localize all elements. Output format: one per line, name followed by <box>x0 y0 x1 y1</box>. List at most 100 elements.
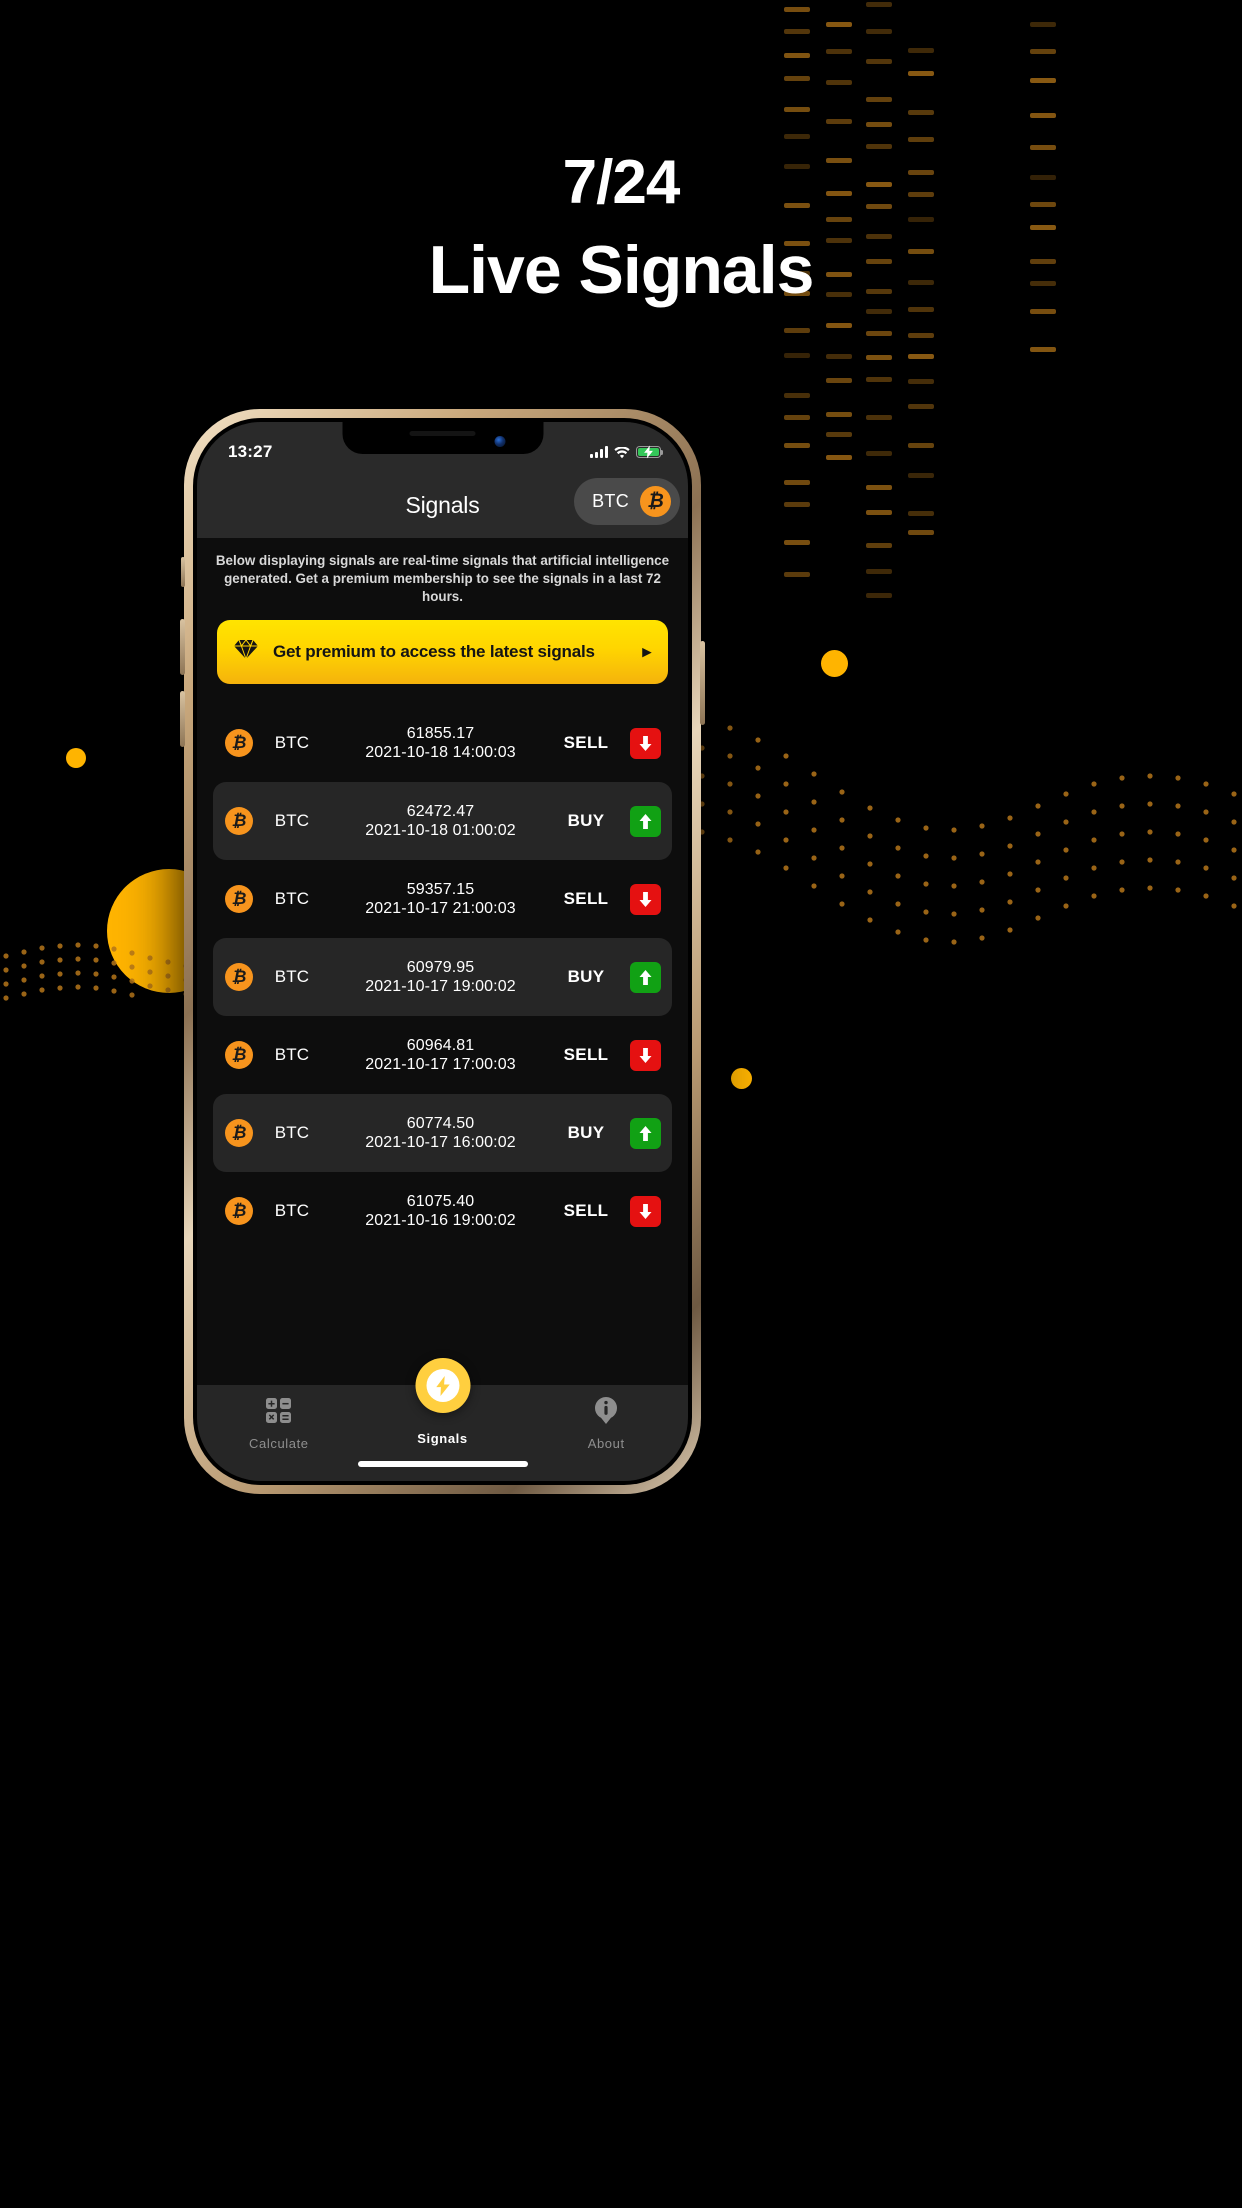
signal-info: 60964.81 2021-10-17 17:00:03 <box>331 1036 550 1075</box>
description-text: Below displaying signals are real-time s… <box>197 538 688 620</box>
signal-timestamp: 2021-10-17 19:00:02 <box>331 977 550 997</box>
dash-mark <box>784 353 810 358</box>
promo-headline-line2: Live Signals <box>0 236 1242 304</box>
tab-about-label: About <box>588 1436 625 1451</box>
dash-mark <box>866 331 892 336</box>
arrow-down-icon <box>630 1040 661 1071</box>
dash-mark <box>1030 78 1056 83</box>
dash-mark <box>1030 113 1056 118</box>
dash-mark <box>908 137 934 142</box>
arrow-down-icon <box>630 728 661 759</box>
dash-mark <box>784 480 810 485</box>
tab-about[interactable]: About <box>524 1385 688 1451</box>
signal-action-label: SELL <box>550 733 622 753</box>
tab-calculate[interactable]: Calculate <box>197 1385 361 1451</box>
signal-price: 60964.81 <box>331 1036 550 1056</box>
signal-action-label: SELL <box>550 1201 622 1221</box>
volume-down-button[interactable] <box>180 691 185 747</box>
bitcoin-icon: ₿ <box>225 729 253 757</box>
earpiece-speaker <box>410 431 476 436</box>
signal-symbol: BTC <box>253 733 331 753</box>
particle-wave-right <box>690 700 1242 1030</box>
info-icon <box>594 1397 618 1429</box>
coin-selector-label: BTC <box>592 491 629 512</box>
dash-mark <box>866 2 892 7</box>
dash-mark <box>908 530 934 535</box>
signal-row[interactable]: ₿ BTC 60774.50 2021-10-17 16:00:02 BUY <box>213 1094 672 1172</box>
dash-mark <box>866 309 892 314</box>
bitcoin-icon: ₿ <box>225 885 253 913</box>
signal-action-label: BUY <box>550 811 622 831</box>
signal-timestamp: 2021-10-16 19:00:02 <box>331 1211 550 1231</box>
arrow-down-icon <box>630 884 661 915</box>
page-title: Signals <box>405 492 479 519</box>
nav-bar: Signals BTC ₿ <box>197 472 688 538</box>
promo-headline-line1: 7/24 <box>0 152 1242 214</box>
signal-row[interactable]: ₿ BTC 60964.81 2021-10-17 17:00:03 SELL <box>213 1016 672 1094</box>
dash-mark <box>908 404 934 409</box>
dash-mark <box>908 110 934 115</box>
dash-mark <box>784 502 810 507</box>
dash-mark <box>784 107 810 112</box>
bitcoin-icon: ₿ <box>640 486 671 517</box>
dash-mark <box>908 354 934 359</box>
front-camera-icon <box>494 436 505 447</box>
signal-info: 60979.95 2021-10-17 19:00:02 <box>331 958 550 997</box>
diamond-icon <box>234 639 258 665</box>
signal-price: 59357.15 <box>331 880 550 900</box>
signal-row[interactable]: ₿ BTC 61855.17 2021-10-18 14:00:03 SELL <box>213 704 672 782</box>
signal-info: 62472.47 2021-10-18 01:00:02 <box>331 802 550 841</box>
premium-banner-label: Get premium to access the latest signals <box>273 642 627 662</box>
dash-mark <box>784 76 810 81</box>
mute-switch[interactable] <box>181 557 185 587</box>
signal-symbol: BTC <box>253 1045 331 1065</box>
dash-mark <box>784 393 810 398</box>
dash-mark <box>908 443 934 448</box>
signals-fab[interactable] <box>415 1358 470 1413</box>
dash-mark <box>866 485 892 490</box>
calculator-icon <box>265 1397 292 1429</box>
volume-up-button[interactable] <box>180 619 185 675</box>
premium-banner[interactable]: Get premium to access the latest signals… <box>217 620 668 684</box>
dash-mark <box>784 29 810 34</box>
signal-timestamp: 2021-10-18 01:00:02 <box>331 821 550 841</box>
signal-action-label: SELL <box>550 1045 622 1065</box>
bitcoin-icon: ₿ <box>225 963 253 991</box>
lightning-bolt-icon <box>426 1369 459 1402</box>
phone-bezel: 13:27 Signals BTC ₿ Below displaying sig… <box>193 418 692 1485</box>
dash-mark <box>826 412 852 417</box>
dash-mark <box>908 48 934 53</box>
dash-mark <box>826 378 852 383</box>
signal-info: 59357.15 2021-10-17 21:00:03 <box>331 880 550 919</box>
battery-charging-icon <box>636 446 661 458</box>
tab-signals[interactable]: Signals <box>361 1385 525 1446</box>
dash-mark <box>866 355 892 360</box>
signal-row[interactable]: ₿ BTC 60979.95 2021-10-17 19:00:02 BUY <box>213 938 672 1016</box>
signal-row[interactable]: ₿ BTC 62472.47 2021-10-18 01:00:02 BUY <box>213 782 672 860</box>
phone-screen: 13:27 Signals BTC ₿ Below displaying sig… <box>197 422 688 1481</box>
wifi-icon <box>614 446 630 458</box>
signal-action-label: SELL <box>550 889 622 909</box>
signal-row[interactable]: ₿ BTC 61075.40 2021-10-16 19:00:02 SELL <box>213 1172 672 1250</box>
bitcoin-icon: ₿ <box>225 1197 253 1225</box>
signal-timestamp: 2021-10-17 16:00:02 <box>331 1133 550 1153</box>
signals-list[interactable]: ₿ BTC 61855.17 2021-10-18 14:00:03 SELL ₿ BTC 6… <box>197 704 688 1250</box>
signal-timestamp: 2021-10-18 14:00:03 <box>331 743 550 763</box>
dash-mark <box>826 323 852 328</box>
dash-mark <box>826 354 852 359</box>
signal-symbol: BTC <box>253 811 331 831</box>
dash-mark <box>908 307 934 312</box>
dash-mark <box>866 510 892 515</box>
signal-action-label: BUY <box>550 967 622 987</box>
dash-mark <box>866 569 892 574</box>
dash-mark <box>908 473 934 478</box>
signal-price: 61855.17 <box>331 724 550 744</box>
dash-mark <box>826 119 852 124</box>
power-button[interactable] <box>700 641 705 725</box>
dash-mark <box>826 455 852 460</box>
arrow-up-icon <box>630 962 661 993</box>
signal-row[interactable]: ₿ BTC 59357.15 2021-10-17 21:00:03 SELL <box>213 860 672 938</box>
coin-selector[interactable]: BTC ₿ <box>574 478 680 525</box>
signal-timestamp: 2021-10-17 17:00:03 <box>331 1055 550 1075</box>
accent-dot <box>731 1068 752 1089</box>
